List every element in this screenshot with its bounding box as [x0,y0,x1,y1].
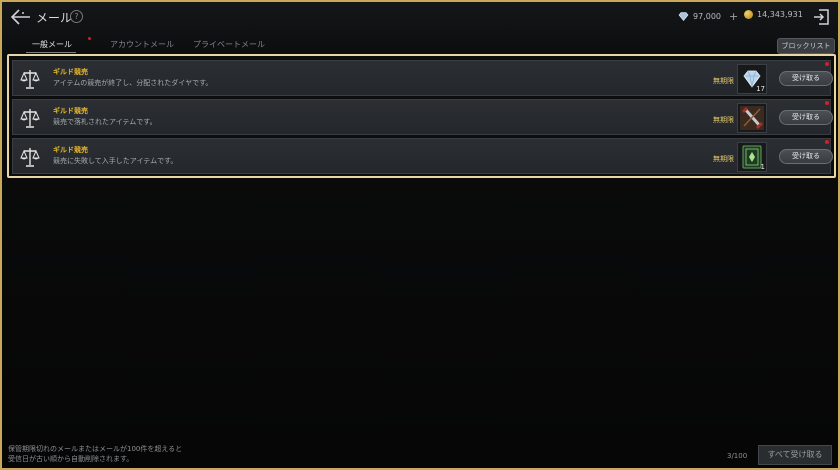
mail-expiry: 無期限 [713,77,734,85]
receive-button[interactable]: 受け取る [779,71,833,86]
scales-icon [20,70,40,89]
unread-dot [825,101,829,105]
mail-sender: ギルド競売 [53,107,88,115]
receive-all-button[interactable]: すべて受け取る [758,445,832,465]
mail-sender: ギルド競売 [53,146,88,154]
mail-expiry: 無期限 [713,155,734,163]
mail-list: ギルド競売 アイテムの競売が終了し、分配されたダイヤです。 無期限 17 受け取… [7,54,836,178]
mail-message: 競売に失敗して入手したアイテムです。 [53,157,178,165]
notice-line: 受信日が古い順から自動削除されます。 [8,455,134,463]
scales-icon [20,109,40,128]
mail-window: メール ? 97,000 + 14,343,931 一般メール アカウントメール… [2,2,838,468]
tab-account-mail[interactable]: アカウントメール [110,39,174,50]
gold-amount: 14,343,931 [757,10,803,19]
scales-icon [20,148,40,167]
tab-general-mail[interactable]: 一般メール [32,39,72,50]
weapon-icon [740,106,764,130]
attached-item[interactable] [737,103,767,133]
receive-button[interactable]: 受け取る [779,149,833,164]
mail-sender: ギルド競売 [53,68,88,76]
back-arrow-icon[interactable] [10,8,32,26]
diamond-currency: 97,000 + [678,10,738,23]
page-title: メール [36,11,73,25]
notice-line: 保管期限切れのメールまたはメールが100件を超えると [8,445,183,453]
mail-message: アイテムの競売が終了し、分配されたダイヤです。 [53,79,213,87]
receive-button[interactable]: 受け取る [779,110,833,125]
help-icon[interactable]: ? [70,10,83,23]
gold-currency: 14,343,931 [744,10,803,19]
add-diamond-button[interactable]: + [729,10,738,23]
unread-dot [825,62,829,66]
tab-general-notification-dot [88,37,91,40]
exit-icon[interactable] [812,8,830,26]
unread-dot [825,140,829,144]
active-tab-underline [26,52,76,53]
mail-count: 3/100 [727,452,748,460]
mail-row[interactable]: ギルド競売 競売で落札されたアイテムです。 無期限 受け取る [12,99,833,135]
mail-expiry: 無期限 [713,116,734,124]
item-quantity: 1 [760,163,765,171]
gold-coin-icon [744,10,753,19]
mail-row[interactable]: ギルド競売 競売に失敗して入手したアイテムです。 無期限 1 受け取る [12,138,833,174]
diamond-amount: 97,000 [693,12,721,21]
mail-row[interactable]: ギルド競売 アイテムの競売が終了し、分配されたダイヤです。 無期限 17 受け取… [12,60,833,96]
diamond-icon [678,12,689,21]
tab-private-mail[interactable]: プライベートメール [193,39,265,50]
header: メール ? 97,000 + 14,343,931 [2,2,838,34]
block-list-button[interactable]: ブロックリスト [777,38,835,54]
mail-message: 競売で落札されたアイテムです。 [53,118,157,126]
attached-item[interactable]: 1 [737,142,767,172]
item-quantity: 17 [756,85,765,93]
auto-delete-notice: 保管期限切れのメールまたはメールが100件を超えると 受信日が古い順から自動削除… [8,444,208,464]
attached-item[interactable]: 17 [737,64,767,94]
